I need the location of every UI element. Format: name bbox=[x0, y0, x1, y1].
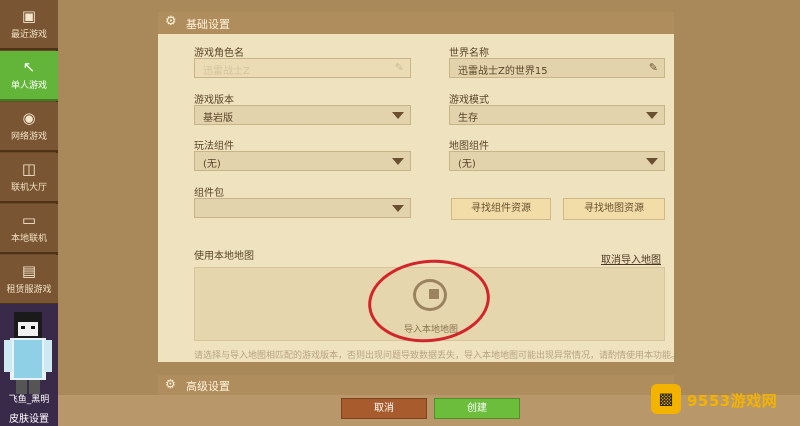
watermark-text: 9553游戏网 bbox=[687, 392, 778, 410]
sidebar-item-single-player[interactable]: ↖ 单人游戏 bbox=[0, 51, 58, 101]
gear-icon: ⚙ bbox=[165, 14, 177, 29]
gamepad-icon: ▣ bbox=[21, 7, 37, 25]
map-component-label: 地图组件 bbox=[449, 141, 489, 152]
section-title: 基础设置 bbox=[186, 18, 230, 31]
sidebar-item-lobby[interactable]: ◫ 联机大厅 bbox=[0, 153, 58, 203]
chevron-down-icon bbox=[646, 158, 658, 165]
cancel-button[interactable]: 取消 bbox=[341, 398, 427, 419]
sidebar-item-label: 单人游戏 bbox=[10, 81, 47, 91]
map-component-select[interactable]: (无) bbox=[449, 151, 665, 171]
avatar[interactable] bbox=[0, 304, 58, 426]
globe-icon: ◉ bbox=[22, 109, 36, 127]
role-name-value: 迅雷战士Z bbox=[203, 66, 250, 77]
basic-settings-header[interactable]: ⚙ 基础设置 bbox=[158, 12, 674, 34]
player-skin-image bbox=[0, 304, 58, 426]
server-list-icon: ▤ bbox=[21, 262, 37, 280]
sidebar-item-local-multiplayer[interactable]: ▭ 本地联机 bbox=[0, 204, 58, 254]
sidebar-item-online-games[interactable]: ◉ 网络游戏 bbox=[0, 102, 58, 152]
world-name-value: 迅雷战士Z的世界15 bbox=[458, 66, 548, 77]
avatar-name: 飞鱼_黑明 bbox=[8, 395, 50, 405]
map-component-value: (无) bbox=[458, 159, 476, 170]
find-map-button[interactable]: 寻找地图资源 bbox=[563, 198, 665, 220]
sidebar-item-label: 租赁服游戏 bbox=[6, 285, 52, 295]
role-name-label: 游戏角色名 bbox=[194, 48, 244, 59]
skin-settings-button[interactable]: 皮肤设置 bbox=[0, 410, 58, 425]
local-map-label: 使用本地地图 bbox=[194, 251, 254, 262]
version-value: 基岩版 bbox=[203, 113, 233, 124]
gamepad-logo-icon: ▩ bbox=[651, 384, 681, 414]
mode-value: 生存 bbox=[458, 113, 478, 124]
chevron-down-icon bbox=[392, 112, 404, 119]
pencil-icon[interactable]: ✎ bbox=[649, 61, 658, 74]
sidebar-item-rental-server[interactable]: ▤ 租赁服游戏 bbox=[0, 255, 58, 305]
section-title: 高级设置 bbox=[186, 380, 230, 393]
chevron-down-icon bbox=[646, 112, 658, 119]
version-label: 游戏版本 bbox=[194, 95, 234, 106]
sidebar-item-label: 联机大厅 bbox=[10, 183, 47, 193]
sidebar-item-label: 网络游戏 bbox=[10, 132, 47, 142]
create-button[interactable]: 创建 bbox=[434, 398, 520, 419]
sidebar-item-recent-games[interactable]: ▣ 最近游戏 bbox=[0, 0, 58, 50]
version-select[interactable]: 基岩版 bbox=[194, 105, 411, 125]
component-pack-label: 组件包 bbox=[194, 188, 224, 199]
play-component-select[interactable]: (无) bbox=[194, 151, 411, 171]
pencil-icon: ✎ bbox=[394, 61, 404, 74]
find-component-button[interactable]: 寻找组件资源 bbox=[451, 198, 551, 220]
component-pack-select[interactable] bbox=[194, 198, 411, 218]
chevron-down-icon bbox=[392, 205, 404, 212]
world-name-label: 世界名称 bbox=[449, 48, 489, 59]
cancel-import-link[interactable]: 取消导入地图 bbox=[601, 251, 661, 266]
monitors-icon: ◫ bbox=[21, 160, 37, 178]
chevron-down-icon bbox=[392, 158, 404, 165]
play-component-label: 玩法组件 bbox=[194, 141, 234, 152]
role-name-field: 迅雷战士Z ✎ bbox=[194, 58, 411, 78]
monitor-icon: ▭ bbox=[21, 211, 37, 229]
pickaxe-icon: ↖ bbox=[22, 58, 36, 76]
sidebar-item-label: 最近游戏 bbox=[10, 30, 47, 40]
advanced-settings-header[interactable]: ⚙ 高级设置 bbox=[158, 375, 674, 395]
mode-label: 游戏模式 bbox=[449, 95, 489, 106]
mode-select[interactable]: 生存 bbox=[449, 105, 665, 125]
import-hint: 请选择与导入地图相匹配的游戏版本，否则出现问题导致数据丢失，导入本地地图可能出现… bbox=[194, 351, 674, 361]
watermark: ▩ 9553游戏网 bbox=[651, 381, 800, 426]
sidebar-item-label: 本地联机 bbox=[10, 234, 47, 244]
world-name-field[interactable]: 迅雷战士Z的世界15 ✎ bbox=[449, 58, 665, 78]
gear-icon: ⚙ bbox=[165, 377, 176, 391]
play-component-value: (无) bbox=[203, 159, 221, 170]
